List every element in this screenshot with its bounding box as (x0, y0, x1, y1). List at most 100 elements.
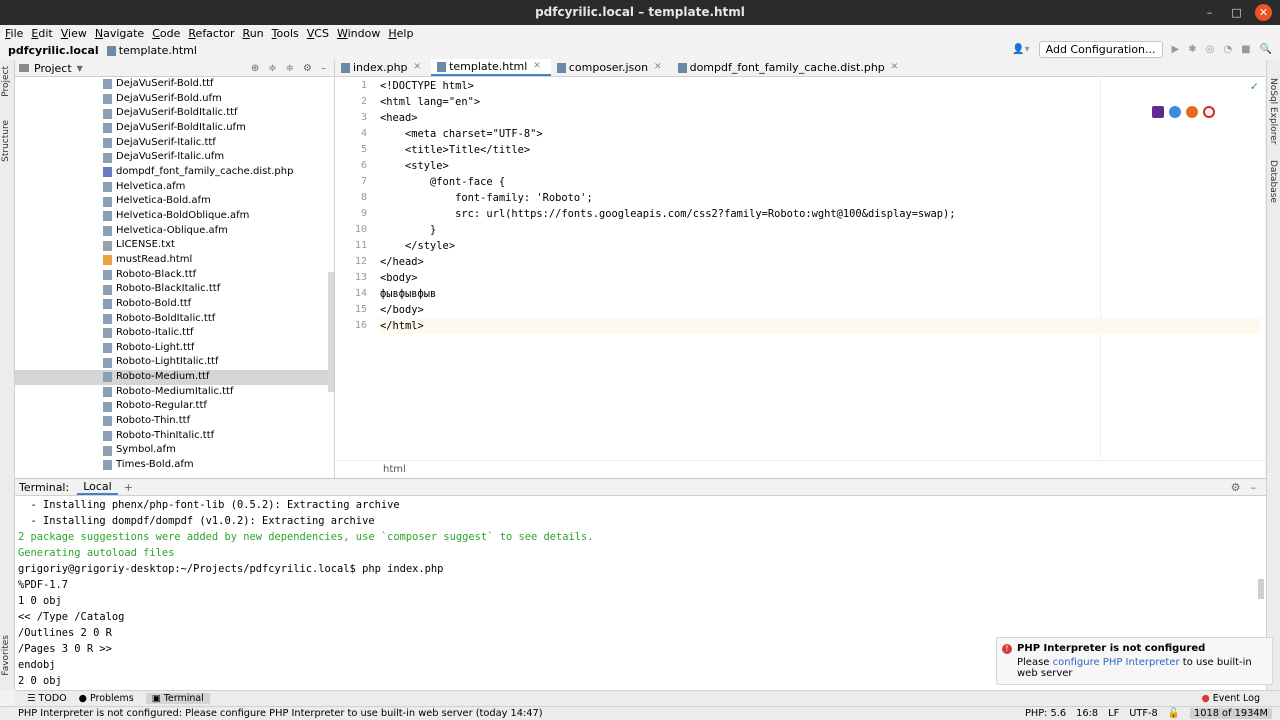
tree-file-item[interactable]: Roboto-MediumItalic.ttf (15, 385, 334, 400)
menu-navigate[interactable]: Navigate (95, 27, 144, 40)
project-side-tab[interactable]: Project (1, 66, 11, 97)
editor-tab[interactable]: composer.json ✕ (551, 59, 672, 76)
menu-file[interactable]: File (5, 27, 23, 40)
menu-run[interactable]: Run (243, 27, 264, 40)
editor-breadcrumb[interactable]: html (335, 460, 1265, 478)
code-line[interactable]: фывфывфыв (380, 286, 1260, 302)
event-log-button[interactable]: ● Event Log (1201, 693, 1260, 704)
tree-file-item[interactable]: Helvetica.afm (15, 180, 334, 195)
tree-file-item[interactable]: DejaVuSerif-BoldItalic.ttf (15, 106, 334, 121)
terminal-tool-button[interactable]: ▣ Terminal (145, 693, 210, 704)
menu-vcs[interactable]: VCS (307, 27, 329, 40)
maximize-button[interactable]: □ (1228, 4, 1245, 21)
code-line[interactable]: <title>Title</title> (380, 142, 1260, 158)
configure-interpreter-link[interactable]: configure PHP Interpreter (1053, 657, 1180, 668)
line-separator[interactable]: LF (1108, 708, 1119, 719)
coverage-icon[interactable]: ◎ (1206, 44, 1215, 55)
tree-file-item[interactable]: DejaVuSerif-BoldItalic.ufm (15, 121, 334, 136)
chevron-down-icon[interactable]: ▼ (77, 64, 83, 73)
breadcrumb-file[interactable]: template.html (106, 44, 197, 57)
close-button[interactable]: ✕ (1255, 4, 1272, 21)
close-tab-icon[interactable]: ✕ (414, 59, 422, 76)
code-line[interactable]: <html lang="en"> (380, 94, 1260, 110)
tree-file-item[interactable]: Times-Bold.afm (15, 458, 334, 473)
tree-file-item[interactable]: Roboto-Black.ttf (15, 268, 334, 283)
code-line[interactable]: @font-face { (380, 174, 1260, 190)
structure-side-tab[interactable]: Structure (1, 120, 11, 162)
editor-tab[interactable]: template.html ✕ (431, 59, 551, 76)
menu-refactor[interactable]: Refactor (188, 27, 234, 40)
minimize-button[interactable]: – (1201, 4, 1218, 21)
menu-view[interactable]: View (61, 27, 87, 40)
tree-file-item[interactable]: Roboto-BlackItalic.ttf (15, 282, 334, 297)
tree-file-item[interactable]: DejaVuSerif-Italic.ufm (15, 150, 334, 165)
tree-file-item[interactable]: Roboto-Regular.ttf (15, 399, 334, 414)
code-line[interactable]: } (380, 222, 1260, 238)
terminal-tab-local[interactable]: Local (77, 480, 118, 495)
tree-file-item[interactable]: Roboto-Light.ttf (15, 341, 334, 356)
code-line[interactable]: src: url(https://fonts.googleapis.com/cs… (380, 206, 1260, 222)
tree-file-item[interactable]: DejaVuSerif-Italic.ttf (15, 136, 334, 151)
close-tab-icon[interactable]: ✕ (533, 58, 541, 75)
tree-file-item[interactable]: Roboto-BoldItalic.ttf (15, 312, 334, 327)
menu-help[interactable]: Help (388, 27, 413, 40)
problems-tool-button[interactable]: ● Problems (79, 693, 134, 704)
chrome-icon[interactable] (1169, 106, 1181, 118)
tree-file-item[interactable]: Helvetica-Bold.afm (15, 194, 334, 209)
todo-tool-button[interactable]: ☰ TODO (27, 693, 67, 704)
menu-tools[interactable]: Tools (272, 27, 299, 40)
code-line[interactable]: <head> (380, 110, 1260, 126)
menu-edit[interactable]: Edit (31, 27, 52, 40)
project-panel-title[interactable]: Project (34, 62, 72, 75)
stop-icon[interactable]: ■ (1241, 44, 1250, 55)
status-message[interactable]: PHP Interpreter is not configured: Pleas… (18, 708, 543, 719)
tree-file-item[interactable]: Roboto-Medium.ttf (15, 370, 334, 385)
opera-icon[interactable] (1203, 106, 1215, 118)
collapse-all-icon[interactable]: ≑ (286, 63, 294, 74)
tree-file-item[interactable]: DejaVuSerif-Bold.ufm (15, 92, 334, 107)
profile-icon[interactable]: ◔ (1223, 44, 1232, 55)
file-encoding[interactable]: UTF-8 (1129, 708, 1158, 719)
new-terminal-icon[interactable]: + (124, 481, 133, 494)
code-line[interactable]: </body> (380, 302, 1260, 318)
hide-icon[interactable]: – (321, 63, 326, 74)
code-line[interactable]: </html> (380, 318, 1260, 334)
tree-file-item[interactable]: LICENSE.txt (15, 238, 334, 253)
locate-icon[interactable]: ⊕ (251, 63, 259, 74)
phpstorm-browser-icon[interactable] (1152, 106, 1164, 118)
run-icon[interactable]: ▶ (1172, 44, 1180, 55)
tree-file-item[interactable]: Roboto-Italic.ttf (15, 326, 334, 341)
search-icon[interactable]: 🔍 (1260, 44, 1272, 55)
tree-file-item[interactable]: Roboto-ThinItalic.ttf (15, 429, 334, 444)
add-configuration-button[interactable]: Add Configuration... (1038, 41, 1163, 58)
gear-icon[interactable]: ⚙ (1231, 481, 1241, 494)
tree-file-item[interactable]: Roboto-Thin.ttf (15, 414, 334, 429)
nosql-side-tab[interactable]: NoSql Explorer (1268, 78, 1278, 145)
expand-all-icon[interactable]: ≑ (268, 63, 276, 74)
user-icon[interactable]: 👤▾ (1012, 44, 1029, 55)
memory-indicator[interactable]: 1018 of 1934M (1190, 708, 1272, 719)
firefox-icon[interactable] (1186, 106, 1198, 118)
gear-icon[interactable]: ⚙ (303, 63, 312, 74)
debug-icon[interactable]: ✱ (1188, 44, 1196, 55)
code-line[interactable]: font-family: 'Roboto'; (380, 190, 1260, 206)
code-line[interactable]: <style> (380, 158, 1260, 174)
close-tab-icon[interactable]: ✕ (654, 59, 662, 76)
tree-file-item[interactable]: Symbol.afm (15, 443, 334, 458)
code-line[interactable]: </head> (380, 254, 1260, 270)
terminal-scrollbar[interactable] (1258, 579, 1264, 599)
tree-file-item[interactable]: Helvetica-BoldOblique.afm (15, 209, 334, 224)
menu-code[interactable]: Code (152, 27, 180, 40)
code-editor[interactable]: <!DOCTYPE html> <html lang="en"> <head> <m… (380, 78, 1260, 334)
tree-file-item[interactable]: dompdf_font_family_cache.dist.php (15, 165, 334, 180)
tree-scrollbar[interactable] (328, 272, 334, 392)
code-line[interactable]: <!DOCTYPE html> (380, 78, 1260, 94)
close-tab-icon[interactable]: ✕ (891, 59, 899, 76)
code-line[interactable]: <meta charset="UTF-8"> (380, 126, 1260, 142)
code-line[interactable]: </style> (380, 238, 1260, 254)
breadcrumb-project[interactable]: pdfcyrilic.local (8, 44, 99, 57)
caret-position[interactable]: 16:8 (1076, 708, 1098, 719)
database-side-tab[interactable]: Database (1268, 160, 1278, 203)
tree-file-item[interactable]: Roboto-LightItalic.ttf (15, 355, 334, 370)
editor-tab[interactable]: dompdf_font_family_cache.dist.php ✕ (672, 59, 909, 76)
